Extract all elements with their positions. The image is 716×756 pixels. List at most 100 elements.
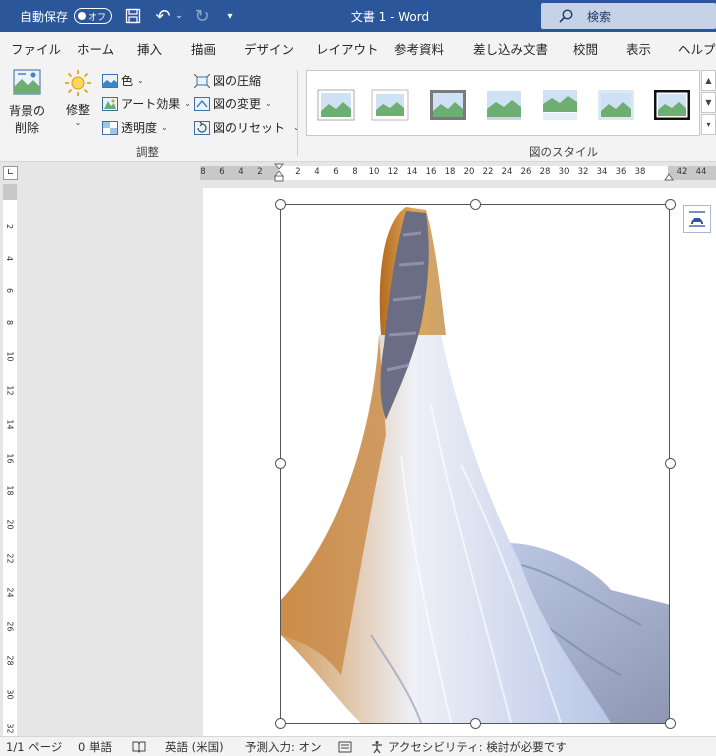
- picture-style-thumbnail[interactable]: [429, 89, 467, 121]
- gallery-scroll-up[interactable]: ▲: [701, 70, 716, 91]
- ruler-number: 20: [463, 167, 475, 177]
- picture-style-thumbnail[interactable]: [597, 89, 635, 121]
- reset-picture-button[interactable]: 図のリセット ⌄: [194, 119, 300, 136]
- tab-layout[interactable]: レイアウト: [316, 32, 379, 64]
- tab-draw[interactable]: 描画: [191, 32, 216, 64]
- ruler-number: 2: [5, 223, 15, 230]
- picture-style-thumbnail[interactable]: [317, 89, 355, 121]
- wedding-dress-image: [281, 207, 671, 724]
- resize-handle-bottom-right[interactable]: [665, 718, 676, 729]
- tab-insert[interactable]: 挿入: [137, 32, 162, 64]
- redo-icon[interactable]: ↻: [191, 0, 213, 32]
- ruler-number: 14: [5, 419, 15, 430]
- resize-handle-top-right[interactable]: [665, 199, 676, 210]
- right-indent-marker[interactable]: [664, 172, 674, 182]
- tab-review[interactable]: 校閲: [573, 32, 598, 64]
- ruler-number: 18: [444, 167, 456, 177]
- picture-style-thumbnail[interactable]: [485, 89, 523, 121]
- ruler-number: 12: [5, 385, 15, 396]
- ruler-number: 38: [634, 167, 646, 177]
- customize-qat-icon[interactable]: ▾: [224, 0, 236, 32]
- tab-view[interactable]: 表示: [626, 32, 651, 64]
- corrections-label: 修整: [65, 103, 90, 117]
- transparency-button[interactable]: 透明度 ⌄: [102, 119, 168, 136]
- ruler-number: 6: [219, 167, 225, 177]
- ruler-number: 4: [5, 255, 15, 262]
- search-placeholder: 検索: [587, 9, 612, 24]
- picture-style-thumbnail[interactable]: [541, 89, 579, 121]
- ruler-number: 26: [520, 167, 532, 177]
- horizontal-ruler[interactable]: 8 6 4 2 2 4 6 8 10 12 14 16 18 20 22 24 …: [200, 163, 716, 183]
- macro-recording-icon[interactable]: [338, 737, 352, 756]
- ruler-number: 14: [406, 167, 418, 177]
- indent-marker[interactable]: [274, 163, 284, 183]
- compress-pictures-button[interactable]: 図の圧縮: [194, 72, 261, 89]
- accessibility-status[interactable]: アクセシビリティ: 検討が必要です: [370, 737, 567, 756]
- undo-dropdown-icon[interactable]: ⌄: [174, 0, 184, 32]
- remove-background-icon: [12, 68, 42, 96]
- vertical-ruler[interactable]: 2 4 6 8 10 12 14 16 18 20 22 24 26 28 30…: [3, 184, 17, 756]
- picture-style-thumbnail[interactable]: [371, 89, 409, 121]
- gallery-more[interactable]: ▾: [701, 114, 716, 135]
- gallery-scroll-down[interactable]: ▼: [701, 92, 716, 113]
- tab-help[interactable]: ヘルプ: [678, 32, 716, 64]
- ruler-number: 8: [200, 167, 206, 177]
- language-status[interactable]: 英語 (米国): [165, 737, 224, 756]
- predictive-input-status[interactable]: 予測入力: オン: [245, 737, 322, 756]
- remove-background-button[interactable]: 背景の 削除: [8, 68, 46, 136]
- color-label: 色: [121, 74, 134, 88]
- tab-home[interactable]: ホーム: [77, 32, 114, 64]
- transparency-label: 透明度: [121, 121, 158, 135]
- ruler-number: 32: [5, 723, 15, 734]
- change-picture-label: 図の変更: [213, 97, 262, 111]
- ruler-number: 12: [387, 167, 399, 177]
- accessibility-icon: [370, 740, 384, 754]
- selected-picture[interactable]: [275, 199, 676, 729]
- reset-picture-icon: [194, 120, 210, 135]
- tab-file[interactable]: ファイル: [11, 32, 61, 64]
- ribbon-tabs: ファイル ホーム 挿入 描画 デザイン レイアウト 参考資料 差し込み文書 校閲…: [0, 32, 716, 64]
- resize-handle-top-left[interactable]: [275, 199, 286, 210]
- resize-handle-top[interactable]: [470, 199, 481, 210]
- undo-icon[interactable]: ↶: [152, 0, 174, 32]
- resize-handle-bottom[interactable]: [470, 718, 481, 729]
- resize-handle-left[interactable]: [275, 458, 286, 469]
- change-picture-button[interactable]: 図の変更 ⌄: [194, 95, 272, 112]
- color-button[interactable]: 色 ⌄: [102, 72, 144, 89]
- layout-options-icon: [687, 210, 707, 228]
- color-icon: [102, 73, 118, 88]
- change-picture-icon: [194, 96, 210, 111]
- layout-options-button[interactable]: [683, 205, 711, 233]
- ruler-number: 16: [5, 453, 15, 464]
- page-count[interactable]: 1/1 ページ: [6, 737, 62, 756]
- group-separator: [297, 70, 298, 156]
- chevron-down-icon: ⌄: [184, 99, 191, 108]
- search-box[interactable]: 検索: [541, 3, 716, 29]
- ruler-number: 32: [577, 167, 589, 177]
- word-count[interactable]: 0 単語: [78, 737, 112, 756]
- tab-design[interactable]: デザイン: [244, 32, 294, 64]
- ruler-number: 22: [482, 167, 494, 177]
- picture-style-thumbnail[interactable]: [653, 89, 691, 121]
- ruler-number: 20: [5, 519, 15, 530]
- ruler-number: 44: [695, 167, 707, 177]
- artistic-effects-icon: [102, 96, 118, 111]
- tab-mailings[interactable]: 差し込み文書: [473, 32, 548, 64]
- resize-handle-bottom-left[interactable]: [275, 718, 286, 729]
- autosave-toggle[interactable]: オフ: [74, 8, 112, 24]
- title-bar: 自動保存 オフ ↶ ⌄ ↻ ▾ 文書 1 - Word 検索: [0, 0, 716, 32]
- save-icon[interactable]: [123, 0, 143, 32]
- picture-styles-gallery: [306, 70, 700, 136]
- tab-selector[interactable]: ∟: [0, 162, 24, 184]
- accessibility-label: アクセシビリティ: 検討が必要です: [388, 740, 567, 754]
- ruler-number: 24: [501, 167, 513, 177]
- tab-stop-icon: ∟: [3, 166, 18, 180]
- tab-references[interactable]: 参考資料: [394, 32, 444, 64]
- resize-handle-right[interactable]: [665, 458, 676, 469]
- ruler-number: 30: [558, 167, 570, 177]
- status-bar: 1/1 ページ 0 単語 英語 (米国) 予測入力: オン アクセシビリティ: …: [0, 736, 716, 756]
- corrections-button[interactable]: 修整 ⌄: [62, 68, 94, 127]
- proofing-icon[interactable]: [132, 737, 146, 756]
- remove-background-label-2: 削除: [14, 121, 39, 135]
- artistic-effects-button[interactable]: アート効果 ⌄: [102, 95, 191, 112]
